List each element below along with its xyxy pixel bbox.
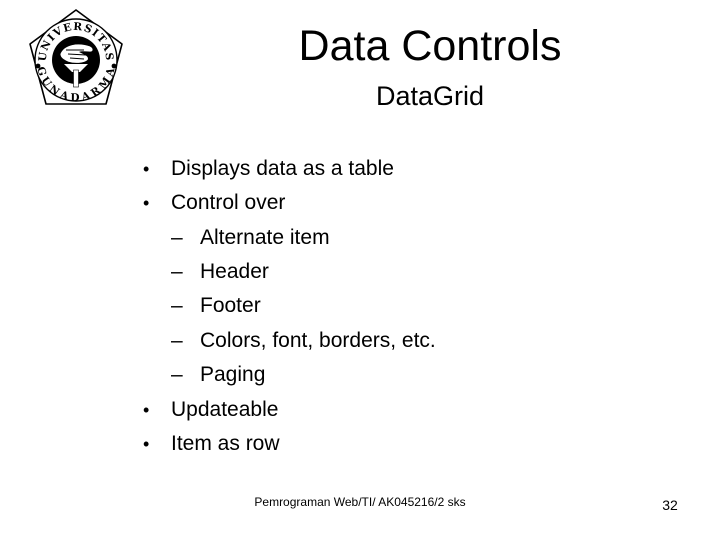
bullet-marker: •: [143, 400, 150, 420]
bullet-text: Item as row: [171, 432, 280, 455]
dash-marker: –: [171, 363, 183, 386]
bullet-marker: •: [143, 159, 150, 179]
bullet-text: Control over: [171, 191, 286, 214]
dash-marker: –: [171, 329, 183, 352]
bullet-text: Updateable: [171, 398, 279, 421]
bullet-marker: •: [143, 193, 150, 213]
slide-footer: Pemrograman Web/TI/ AK045216/2 sks: [254, 495, 466, 509]
university-logo: UNIVERSITAS GUNADARMA: [24, 4, 128, 112]
sub-bullet-text: Colors, font, borders, etc.: [200, 329, 436, 352]
sub-bullet-text: Paging: [200, 363, 266, 386]
sub-bullet-text: Footer: [200, 294, 261, 317]
slide: UNIVERSITAS GUNADARMA Data Controls Data…: [0, 0, 720, 540]
slide-subtitle: DataGrid: [375, 81, 485, 111]
dash-marker: –: [171, 226, 183, 249]
sub-bullet-text: Alternate item: [200, 226, 330, 249]
bullet-text: Displays data as a table: [171, 157, 394, 180]
slide-title: Data Controls: [298, 22, 562, 70]
dash-marker: –: [171, 260, 183, 283]
page-number: 32: [662, 497, 678, 513]
university-gunadarma-seal-icon: UNIVERSITAS GUNADARMA: [29, 9, 123, 105]
bullet-marker: •: [143, 434, 150, 454]
dash-marker: –: [171, 294, 183, 317]
sub-bullet-text: Header: [200, 260, 269, 283]
